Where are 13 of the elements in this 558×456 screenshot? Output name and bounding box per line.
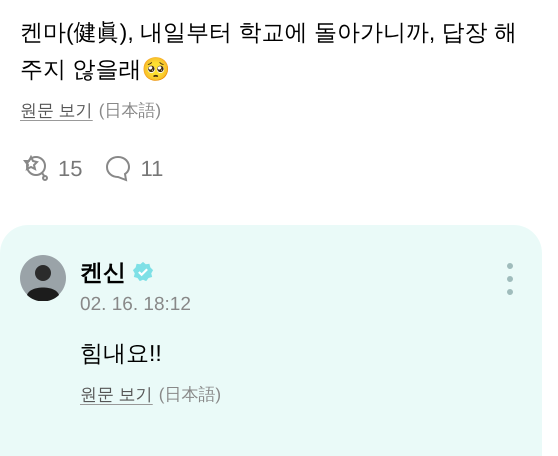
reply-time: 02. 16. 18:12 [80,293,192,317]
reaction-button[interactable]: 15 [20,152,82,184]
translate-link[interactable]: 원문 보기 [80,382,153,408]
avatar [20,254,66,300]
language-label: (日本語) [98,100,162,122]
author-name: 켄신 [80,258,126,286]
translate-link[interactable]: 원문 보기 [20,98,93,124]
language-label: (日本語) [158,384,222,406]
reply-text: 힘내요!! [80,338,163,368]
comment-button[interactable]: 11 [104,152,164,184]
post-text: 켄마(健眞), 내일부터 학교에 돌아가니까, 답장 해주지 않을래🥺 [20,18,518,84]
reaction-icon [20,153,50,183]
comment-icon [104,154,132,182]
